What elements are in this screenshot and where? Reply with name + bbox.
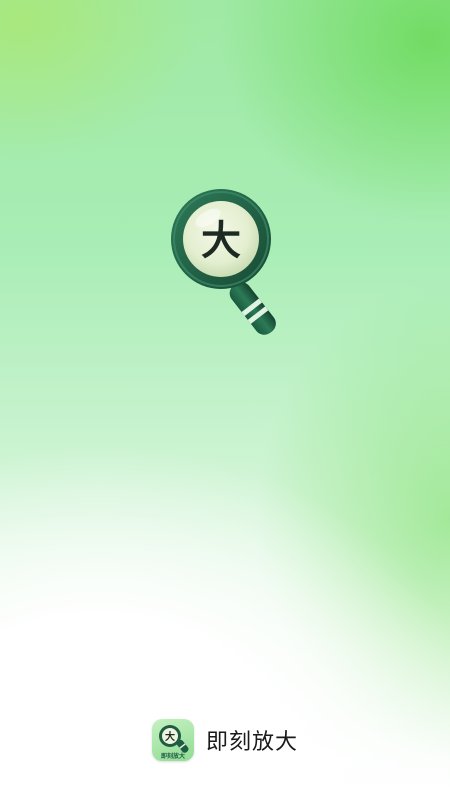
brand-footer: 大 即刻放大 即刻放大 xyxy=(152,718,298,762)
app-icon-caption: 即刻放大 xyxy=(161,752,185,760)
logo-glyph: 大 xyxy=(201,218,241,264)
magnifier-logo-icon: 大 xyxy=(168,186,284,340)
app-icon-glyph: 大 xyxy=(165,730,175,743)
app-name: 即刻放大 xyxy=(206,730,299,755)
splash-screen: 大 大 即刻放大 即刻放大 xyxy=(0,0,450,800)
app-icon: 大 即刻放大 xyxy=(152,719,194,761)
